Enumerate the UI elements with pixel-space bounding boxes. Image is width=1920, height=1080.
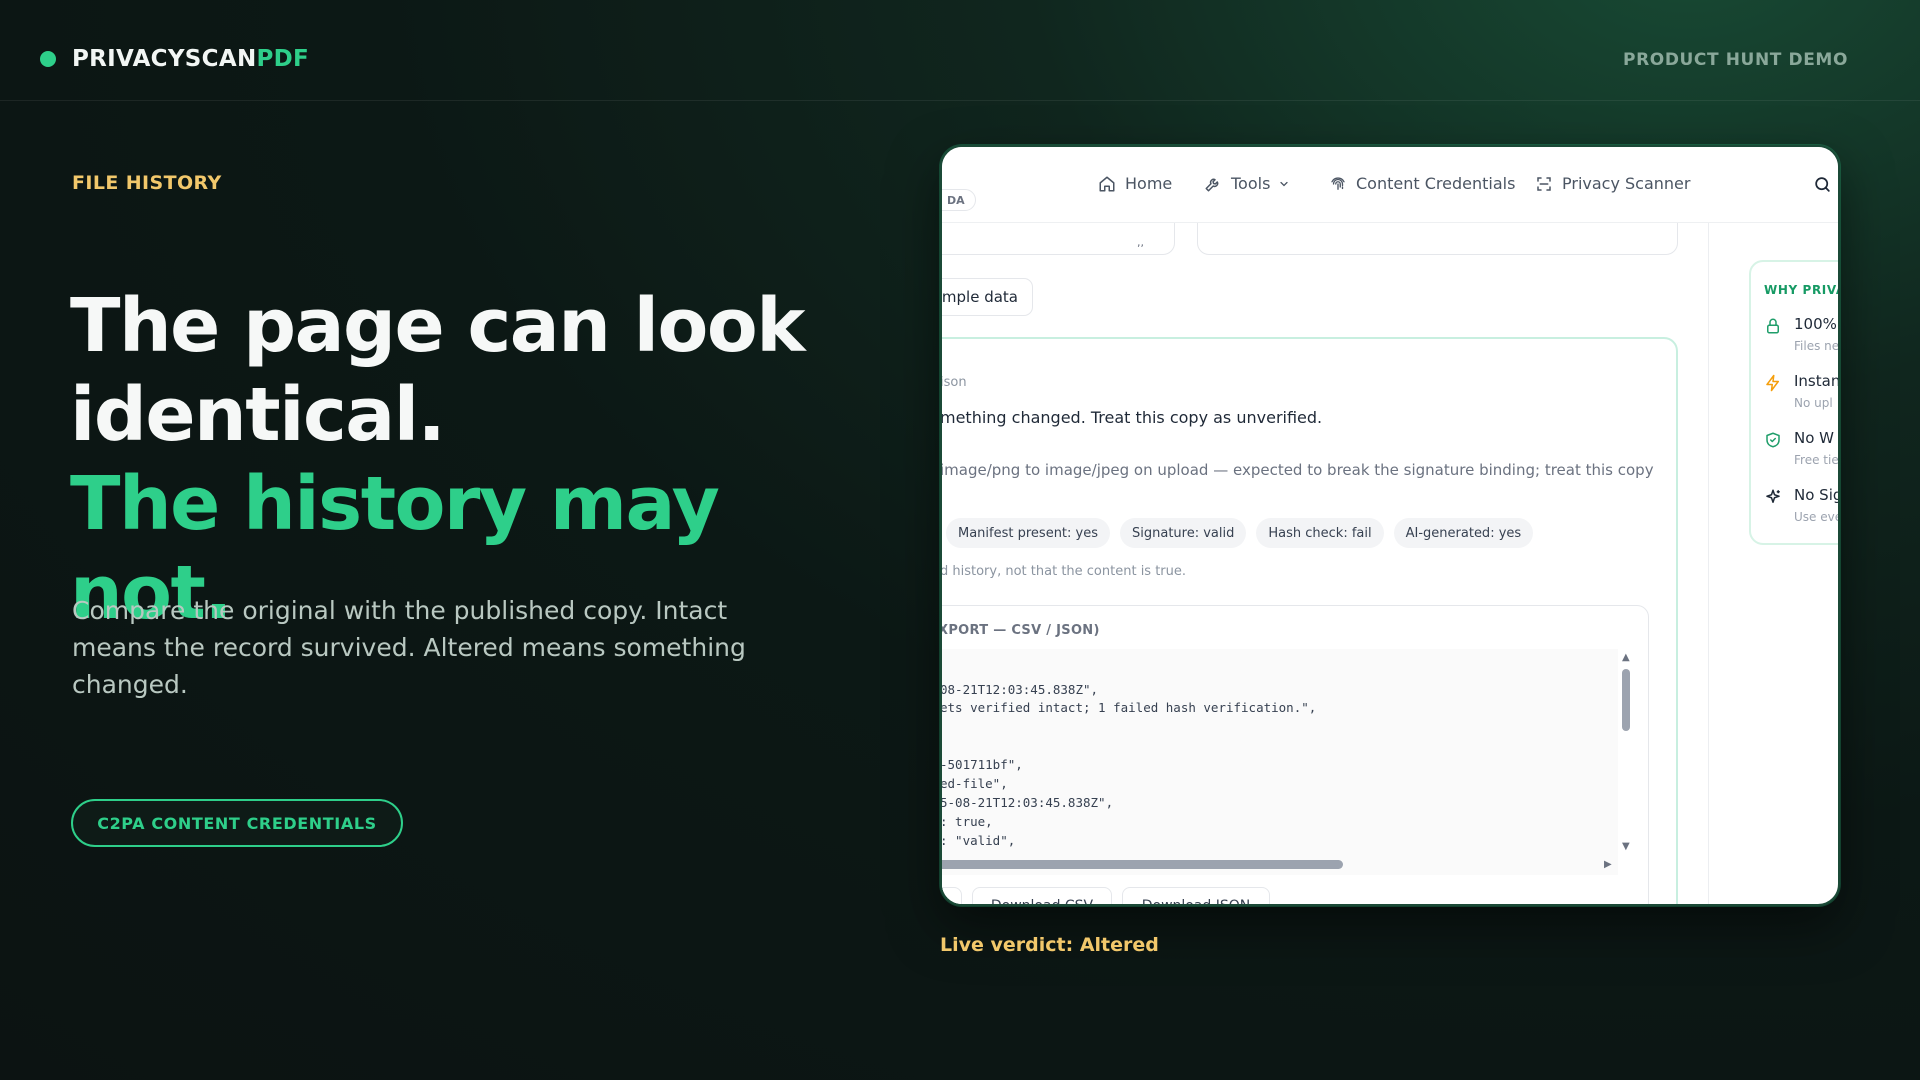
chip-ai-generated: AI-generated: yes	[1393, 518, 1534, 548]
nav-content-credentials-label: Content Credentials	[1356, 174, 1516, 193]
c2pa-credentials-button[interactable]: C2PA CONTENT CREDENTIALS	[71, 799, 403, 847]
scroll-right-icon[interactable]: ▶	[1604, 859, 1612, 870]
copy-button[interactable]	[942, 887, 962, 904]
chip-manifest: Manifest present: yes	[946, 518, 1111, 548]
app-preview-window: ,, DA Home Tools Content Credentials Pri…	[940, 145, 1840, 906]
search-icon[interactable]	[1813, 175, 1832, 198]
code-line: : "valid",	[940, 833, 1016, 848]
brand-dot-icon	[40, 51, 56, 67]
chip-hash: Hash check: fail	[1256, 518, 1384, 548]
footnote: d history, not that the content is true.	[940, 564, 1187, 579]
verdict-detail: image/png to image/jpeg on upload — expe…	[940, 461, 1654, 479]
top-card-fragment: ,,	[1137, 236, 1144, 249]
why-item-title: Instan	[1794, 372, 1840, 390]
vertical-scrollbar[interactable]	[1622, 669, 1630, 731]
why-item-title: 100%	[1794, 315, 1837, 333]
horizontal-scrollbar[interactable]	[942, 860, 1343, 869]
headline-line-1: The page can look	[70, 283, 805, 369]
verdict-summary: mething changed. Treat this copy as unve…	[940, 408, 1323, 427]
why-item-sub: Files ne	[1794, 339, 1840, 353]
why-item-sub: No upl	[1794, 396, 1833, 410]
nav-home[interactable]: Home	[1098, 174, 1172, 193]
nav-tools[interactable]: Tools	[1204, 174, 1299, 193]
code-line: : true,	[940, 814, 993, 829]
shield-check-icon	[1764, 431, 1782, 453]
hero-headline: The page can look identical. The history…	[70, 282, 870, 638]
demo-label: PRODUCT HUNT DEMO	[1623, 50, 1848, 70]
why-item-sub: Free tie	[1794, 453, 1839, 467]
sample-data-button[interactable]: mple data	[942, 278, 1033, 316]
why-item-title: No W	[1794, 429, 1834, 447]
wrench-icon	[1205, 178, 1219, 191]
section-eyebrow: FILE HISTORY	[72, 172, 222, 194]
nav-privacy-scanner-label: Privacy Scanner	[1562, 174, 1691, 193]
chevron-down-icon	[1280, 181, 1289, 186]
code-line: -501711bf",	[940, 757, 1023, 772]
code-line: 08-21T12:03:45.838Z",	[940, 682, 1099, 697]
brand-logo[interactable]: PRIVACYSCANPDF	[40, 46, 309, 72]
code-line: ets verified intact; 1 failed hash verif…	[940, 700, 1317, 715]
top-bar: PRIVACYSCANPDF PRODUCT HUNT DEMO	[0, 0, 1920, 101]
code-line: 5-08-21T12:03:45.838Z",	[940, 795, 1114, 810]
brand-accent: PDF	[256, 46, 310, 72]
scroll-down-icon[interactable]: ▼	[1622, 841, 1630, 852]
nav-content-credentials[interactable]: Content Credentials	[1329, 174, 1515, 193]
nav-tools-label: Tools	[1231, 174, 1271, 193]
chip-signature: Signature: valid	[1120, 518, 1247, 548]
fingerprint-icon	[1331, 176, 1345, 190]
comparison-label: ison	[940, 375, 967, 390]
why-item-sub: Use eve	[1794, 510, 1840, 524]
export-title: XPORT — CSV / JSON)	[940, 623, 1100, 638]
nav-privacy-scanner[interactable]: Privacy Scanner	[1535, 174, 1690, 193]
scroll-up-icon[interactable]: ▲	[1622, 652, 1630, 663]
app-nav-bar: DA Home Tools Content Credentials Privac…	[942, 147, 1838, 223]
status-chips: Manifest present: yes Signature: valid H…	[946, 518, 1534, 548]
download-json-button[interactable]: Download JSON	[1122, 887, 1270, 904]
nav-badge[interactable]: DA	[942, 189, 976, 211]
hero-subtext: Compare the original with the published …	[72, 596, 746, 699]
code-line: ed-file",	[940, 776, 1008, 791]
brand-name: PRIVACYSCANPDF	[72, 46, 310, 72]
lock-icon	[1764, 317, 1782, 339]
download-csv-button[interactable]: Download CSV	[972, 887, 1112, 904]
why-card-title: WHY PRIVA	[1764, 283, 1840, 297]
headline-line-2: identical.	[70, 372, 446, 458]
lightning-icon	[1764, 374, 1782, 396]
sidebar-divider	[1708, 223, 1709, 904]
home-icon	[1099, 176, 1115, 191]
scan-icon	[1537, 176, 1551, 191]
live-verdict: Live verdict: Altered	[940, 934, 1159, 956]
sparkle-icon	[1764, 488, 1782, 510]
why-item-title: No Sig	[1794, 486, 1840, 504]
nav-home-label: Home	[1125, 174, 1173, 193]
